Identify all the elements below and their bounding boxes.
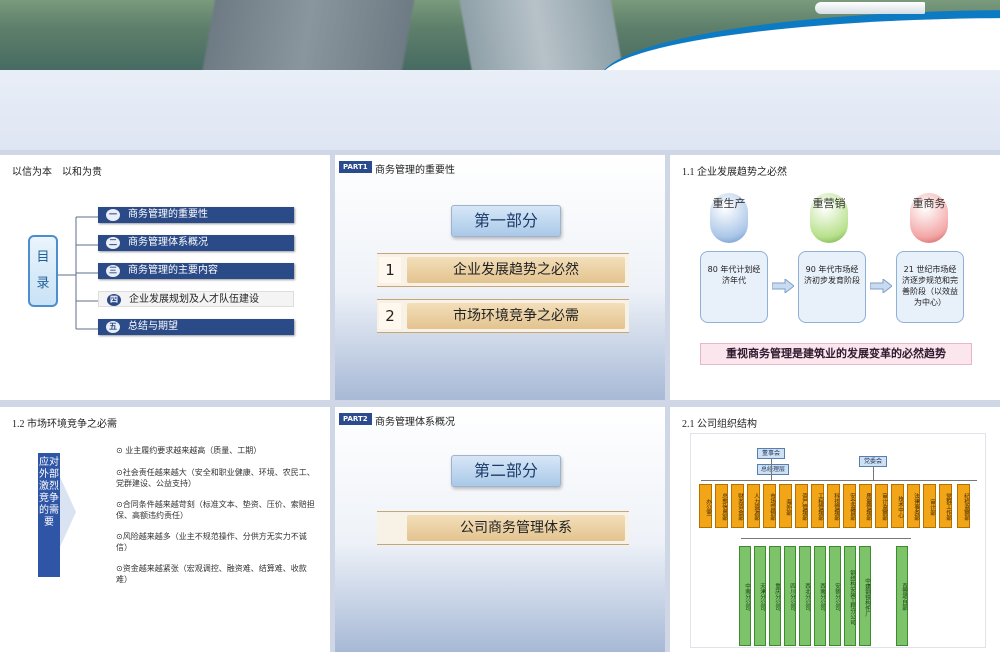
vertical-label: 应对外部激烈竞争的需要 — [38, 453, 60, 577]
contents-char-1: 目 — [36, 250, 50, 265]
bullet-1: ⊙ 业主履约要求越来越高（质量、工期） — [116, 446, 262, 455]
org-gm: 总经理层 — [757, 464, 789, 475]
item-number: 三 — [106, 265, 120, 277]
topic-number: 2 — [379, 303, 401, 329]
topic-row-2: 2 市场环境竞争之必需 — [377, 299, 629, 333]
slide-thumbnail-trend[interactable]: 1.1 企业发展趋势之必然 重生产 重营销 重商务 80 年代计划经济年代 90… — [670, 155, 1000, 400]
org-dept: 市场营销部 — [763, 484, 776, 528]
org-branch: 钢结构安装工程分公司 — [844, 546, 856, 646]
org-branch: 西北分公司 — [799, 546, 811, 646]
stage-box-1: 80 年代计划经济年代 — [700, 251, 768, 323]
item-number: 四 — [107, 294, 121, 306]
org-branch: 中建钢铁构件厂 — [859, 546, 871, 646]
org-branch: 重庆分公司 — [769, 546, 781, 646]
part-heading: 第一部分 — [451, 205, 561, 237]
item-label: 商务管理体系概况 — [128, 237, 208, 248]
item-label: 总结与期望 — [128, 321, 178, 332]
org-branch-extra: 直营项目部 — [896, 546, 908, 646]
org-branch: 天津分公司 — [754, 546, 766, 646]
slide-title: 1.1 企业发展趋势之必然 — [682, 167, 787, 178]
org-dept: 人力资源部 — [747, 484, 760, 528]
org-board: 董事会 — [757, 448, 785, 459]
phase-bubble-business: 重商务 — [910, 193, 948, 243]
topic-number: 1 — [379, 257, 401, 283]
org-dept: 科技管理部 — [827, 484, 840, 528]
contents-item-3[interactable]: 三商务管理的主要内容 — [98, 263, 294, 279]
org-line — [771, 459, 772, 480]
item-label: 企业发展规划及人才队伍建设 — [129, 294, 259, 305]
slide-title: 1.2 市场环境竞争之必需 — [12, 419, 117, 430]
org-branch: 西南分公司 — [814, 546, 826, 646]
org-dept: 质量管理部 — [859, 484, 872, 528]
part-tag: PART1 — [339, 161, 372, 173]
contents-item-1[interactable]: 一商务管理的重要性 — [98, 207, 294, 223]
slide-thumbnail-part1[interactable]: PART1 商务管理的重要性 第一部分 1 企业发展趋势之必然 2 市场环境竞争… — [335, 155, 665, 400]
item-number: 二 — [106, 237, 120, 249]
banner-curve-decoration — [600, 10, 1000, 70]
org-line — [741, 538, 911, 539]
item-label: 商务管理的重要性 — [128, 209, 208, 220]
phase-bubble-production: 重生产 — [710, 193, 748, 243]
org-branch: 安装分公司 — [829, 546, 841, 646]
org-dept: 审计部 — [923, 484, 936, 528]
org-line — [873, 467, 874, 480]
conclusion-banner: 重视商务管理是建筑业的发展变革的必然趋势 — [700, 343, 972, 365]
org-dept: 海外部 — [779, 484, 792, 528]
stage-box-3: 21 世纪市场经济逐步规范和完善阶段（以效益为中心） — [896, 251, 964, 323]
org-dept: 纪检监察部 — [957, 484, 970, 528]
train-graphic — [815, 2, 925, 14]
item-label: 商务管理的主要内容 — [128, 265, 218, 276]
arrow-right-icon — [772, 279, 794, 293]
arrow-right-icon — [870, 279, 892, 293]
topic-text: 市场环境竞争之必需 — [407, 303, 625, 329]
contents-label: 目 录 — [28, 235, 58, 307]
org-branch: 中南分公司 — [739, 546, 751, 646]
contents-item-4[interactable]: 四企业发展规划及人才队伍建设 — [98, 291, 294, 307]
org-dept: 技术中心 — [891, 484, 904, 528]
org-dept: 总部信息部 — [715, 484, 728, 528]
slide-title: 商务管理体系概况 — [375, 417, 455, 428]
topic-row-1: 1 企业发展趋势之必然 — [377, 253, 629, 287]
slide-thumbnail-org[interactable]: 2.1 公司组织结构 董事会 总经理层 党委会 办公室 总部信息部 财务资金部 … — [670, 407, 1000, 652]
item-number: 一 — [106, 209, 120, 221]
contents-item-2[interactable]: 二商务管理体系概况 — [98, 235, 294, 251]
topic-text: 公司商务管理体系 — [407, 515, 625, 541]
part-heading: 第二部分 — [451, 455, 561, 487]
org-line — [701, 480, 977, 481]
item-number: 五 — [106, 321, 120, 333]
bracket-connector — [58, 216, 98, 330]
arrow-right-icon — [60, 477, 76, 547]
topic-text: 企业发展趋势之必然 — [407, 257, 625, 283]
topic-number-blank — [379, 515, 401, 541]
slide-thumbnail-competition[interactable]: 1.2 市场环境竞争之必需 应对外部激烈竞争的需要 ⊙ 业主履约要求越来越高（质… — [0, 407, 330, 652]
slide-thumbnail-part2[interactable]: PART2 商务管理体系概况 第二部分 公司商务管理体系 — [335, 407, 665, 652]
contents-char-2: 录 — [36, 276, 50, 291]
slide-title: 商务管理的重要性 — [375, 165, 455, 176]
bullet-2: ⊙社会责任越来越大（安全和职业健康、环境、农民工、党群建设、公益支持） — [116, 468, 315, 488]
phase-bubble-marketing: 重营销 — [810, 193, 848, 243]
bullet-4: ⊙风险越来越多（业主不规范操作、分供方无实力不诚信） — [116, 532, 307, 552]
contents-item-5[interactable]: 五总结与期望 — [98, 319, 294, 335]
org-dept: 工程管理部 — [811, 484, 824, 528]
org-dept: 资产管理部 — [795, 484, 808, 528]
bullet-5: ⊙资金越来越紧张（宏观调控、融资难、结算难、收款难） — [116, 564, 307, 584]
org-dept: 党群工作部 — [939, 484, 952, 528]
topic-row-1: 公司商务管理体系 — [377, 511, 629, 545]
header-banner-image — [0, 0, 1000, 70]
slide-title: 2.1 公司组织结构 — [682, 419, 757, 430]
part-tag: PART2 — [339, 413, 372, 425]
org-party: 党委会 — [859, 456, 887, 467]
org-dept: 安全监督部 — [843, 484, 856, 528]
org-dept: 办公室 — [699, 484, 712, 528]
stage-box-2: 90 年代市场经济初步发育阶段 — [798, 251, 866, 323]
slide-title: 以信为本 以和为贵 — [12, 167, 102, 178]
org-dept: 财务资金部 — [731, 484, 744, 528]
bullet-3: ⊙合同条件越来越苛刻（标准文本、垫资、压价、索赔担保、高额违约责任） — [116, 500, 315, 520]
org-dept: 法律事务部 — [907, 484, 920, 528]
header-blank-area — [0, 70, 1000, 150]
org-branch: 四川分公司 — [784, 546, 796, 646]
org-chart: 董事会 总经理层 党委会 办公室 总部信息部 财务资金部 人力资源部 市场营销部… — [690, 433, 986, 648]
slide-thumbnail-contents[interactable]: 以信为本 以和为贵 目 录 一商务管理的重要性 二商务管理体系概况 三商务管理的… — [0, 155, 330, 400]
org-dept: 审计监察部 — [875, 484, 888, 528]
